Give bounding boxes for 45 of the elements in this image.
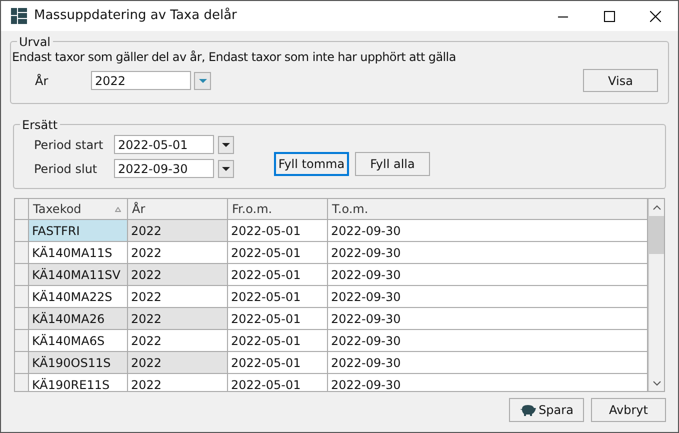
year-field[interactable]: 2022 — [91, 71, 191, 90]
table-row[interactable]: KÄ140MA11SV 2022 2022-05-01 2022-09-30 — [15, 264, 648, 286]
scroll-up-icon[interactable] — [652, 205, 660, 210]
table-cell: FASTFRI — [29, 220, 128, 241]
table-cell: 2022 — [128, 352, 228, 373]
piggy-bank-icon — [520, 404, 536, 416]
table-row[interactable]: KÄ140MA22S 2022 2022-05-01 2022-09-30 — [15, 286, 648, 308]
table-row[interactable]: FASTFRI 2022 2022-05-01 2022-09-30 — [15, 220, 648, 242]
table-cell: 2022 — [128, 264, 228, 285]
scrollbar[interactable] — [648, 199, 664, 391]
table-row[interactable]: KÄ140MA6S 2022 2022-05-01 2022-09-30 — [15, 330, 648, 352]
table-row[interactable]: KÄ190RE11S 2022 2022-05-01 2022-09-30 — [15, 374, 648, 391]
caret-icon — [198, 78, 206, 82]
scroll-thumb[interactable] — [649, 216, 664, 254]
dropdown-button[interactable] — [218, 160, 234, 178]
table-cell: KÄ140MA11SV — [29, 264, 128, 285]
table-row[interactable]: KÄ140MA26 2022 2022-05-01 2022-09-30 — [15, 308, 648, 330]
visa-button[interactable]: Visa — [583, 69, 658, 92]
scroll-down-icon[interactable] — [652, 381, 660, 386]
save-button[interactable]: Spara — [509, 398, 584, 422]
year-label: År — [35, 72, 50, 90]
date-field[interactable]: 2022-05-01 — [114, 135, 214, 154]
table-row[interactable]: KÄ140MA11S 2022 2022-05-01 2022-09-30 — [15, 242, 648, 264]
caret-icon — [222, 142, 230, 146]
fill-button[interactable]: Fyll alla — [355, 152, 430, 176]
table-row[interactable]: KÄ190OS11S 2022 2022-05-01 2022-09-30 — [15, 352, 648, 374]
column-header[interactable]: Fr.o.m. — [228, 199, 328, 219]
column-header[interactable]: Taxekod — [29, 199, 128, 219]
app-icon — [11, 8, 27, 24]
field-label: Period start — [34, 136, 104, 154]
maximize-icon[interactable] — [604, 10, 614, 22]
caret-icon — [222, 166, 230, 170]
field-label: Period slut — [34, 160, 98, 178]
table-cell: 2022 — [128, 308, 228, 329]
dropdown-button[interactable] — [218, 136, 234, 154]
fill-button[interactable]: Fyll tomma — [274, 152, 349, 176]
close-icon[interactable] — [650, 10, 660, 22]
table-cell: KÄ140MA26 — [29, 308, 128, 329]
filter-description: Endast taxor som gäller del av år, Endast taxor som inte har upphört att gälla — [12, 50, 456, 64]
table-cell: KÄ190OS11S — [29, 352, 128, 373]
cancel-button[interactable]: Avbryt — [591, 398, 666, 422]
table-cell: 2022 — [128, 220, 228, 241]
date-field[interactable]: 2022-09-30 — [114, 159, 214, 178]
window-title: Massuppdatering av Taxa delår — [34, 6, 237, 26]
column-header[interactable]: År — [128, 199, 228, 219]
